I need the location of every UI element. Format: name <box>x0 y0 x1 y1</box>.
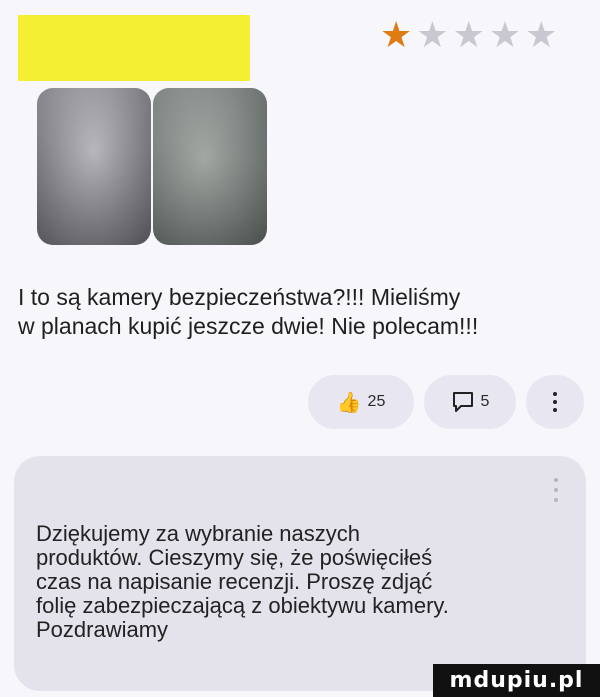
like-button[interactable]: 👍 25 <box>308 375 414 429</box>
like-count: 25 <box>367 393 386 410</box>
reply-options-icon[interactable] <box>554 478 558 502</box>
review-text: I to są kamery bezpieczeństwa?!!! Mieliś… <box>18 283 578 341</box>
reply-text-line: produktów. Cieszymy się, że poświęciłeś <box>36 545 433 570</box>
star-icon: ★ <box>525 15 558 56</box>
comment-icon <box>452 392 473 412</box>
reply-text: Dziękujemy za wybranie naszych produktów… <box>36 522 556 642</box>
more-options-button[interactable] <box>526 375 584 429</box>
star-icon: ★ <box>452 15 485 56</box>
comment-button[interactable]: 5 <box>424 375 516 429</box>
review-actions: 👍 25 5 <box>308 375 584 429</box>
seller-reply: Dziękujemy za wybranie naszych produktów… <box>14 456 586 691</box>
reply-text-line: Dziękujemy za wybranie naszych <box>36 521 361 546</box>
star-icon: ★ <box>380 15 413 56</box>
watermark: mdupiu.pl <box>433 664 600 697</box>
reply-text-line: folię zabezpieczającą z obiektywu kamery… <box>36 593 449 618</box>
review-text-line: w planach kupić jeszcze dwie! Nie poleca… <box>18 313 479 339</box>
reviewer-name-redacted <box>18 15 250 81</box>
comment-count: 5 <box>480 393 490 410</box>
star-icon: ★ <box>416 15 449 56</box>
review-photo[interactable] <box>153 88 267 245</box>
thumbs-up-icon: 👍 <box>336 390 362 414</box>
review-photo[interactable] <box>37 88 151 245</box>
more-vertical-icon <box>553 392 557 412</box>
star-rating: ★ ★ ★ ★ ★ <box>380 18 557 54</box>
reply-text-line: czas na napisanie recenzji. Proszę zdjąć <box>36 569 433 594</box>
reply-text-line: Pozdrawiamy <box>36 617 169 642</box>
review-text-line: I to są kamery bezpieczeństwa?!!! Mieliś… <box>18 284 461 310</box>
star-icon: ★ <box>488 15 522 56</box>
